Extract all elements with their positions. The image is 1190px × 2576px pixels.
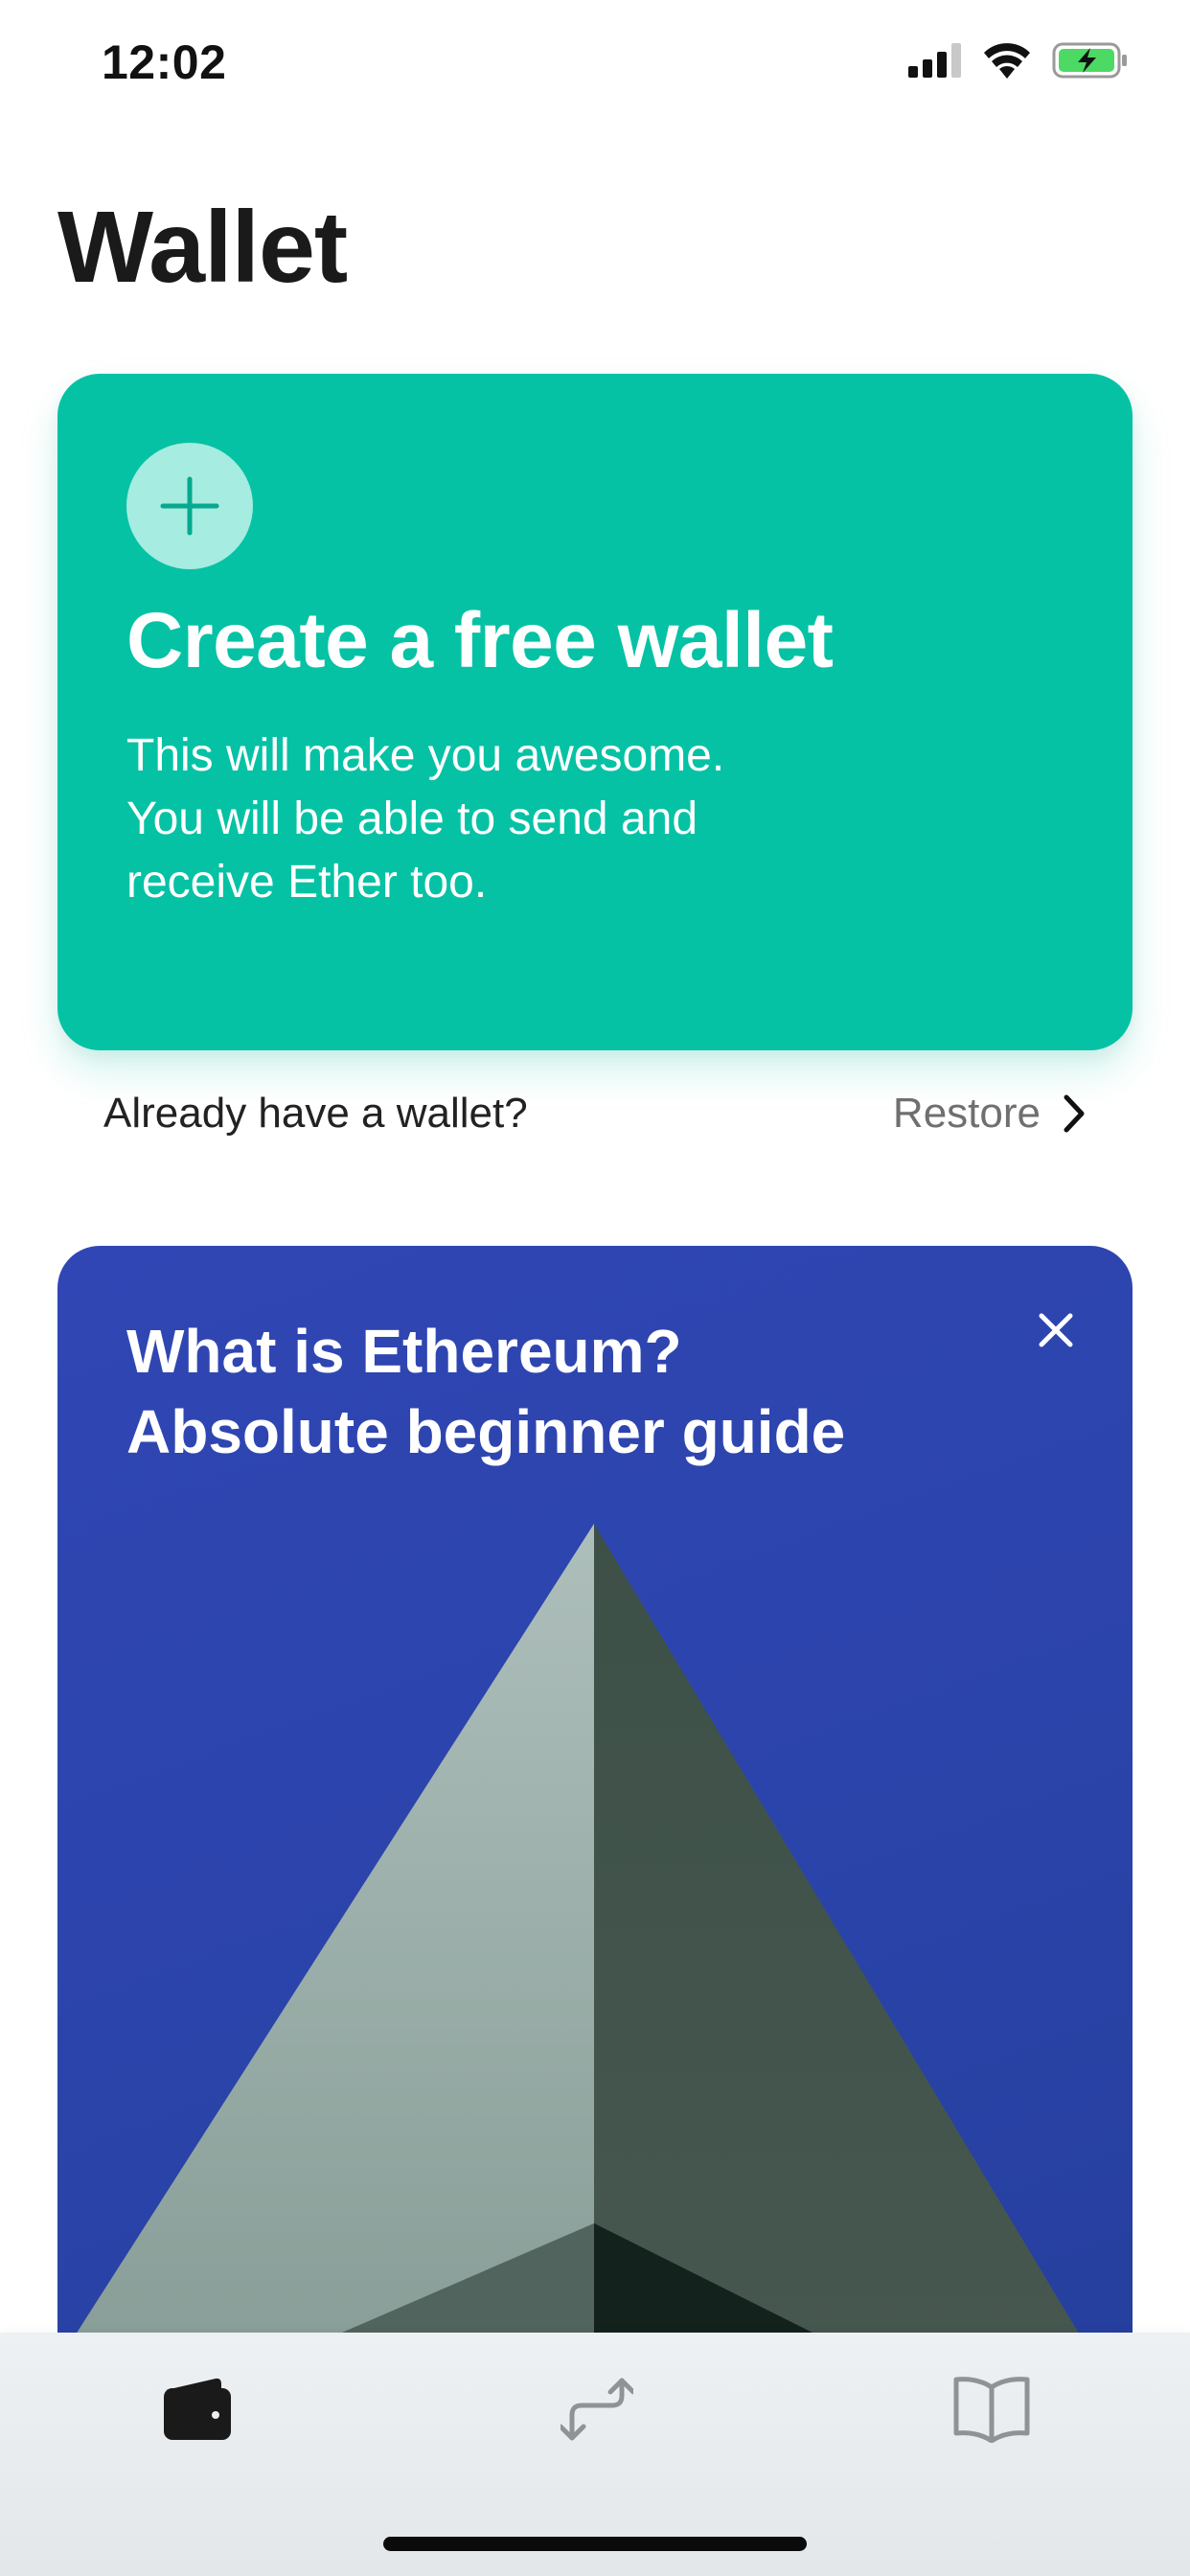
guide-title-line: Absolute beginner guide xyxy=(126,1397,846,1466)
description-line: This will make you awesome. xyxy=(126,730,725,781)
tab-transfer[interactable] xyxy=(539,2361,654,2457)
description-line: receive Ether too. xyxy=(126,857,488,908)
restore-button[interactable]: Restore xyxy=(893,1090,1087,1138)
restore-question: Already have a wallet? xyxy=(103,1090,528,1137)
chevron-right-icon xyxy=(1064,1094,1085,1133)
tab-learn[interactable] xyxy=(934,2361,1049,2457)
status-icons xyxy=(908,42,1129,79)
create-wallet-card[interactable]: Create a free wallet This will make you … xyxy=(57,374,1133,1050)
book-icon xyxy=(953,2377,1030,2443)
status-bar: 12:02 xyxy=(0,0,1190,126)
status-time: 12:02 xyxy=(102,35,227,89)
battery-charging-icon xyxy=(1052,42,1127,79)
wifi-icon xyxy=(984,43,1030,79)
create-wallet-description: This will make you awesome. You will be … xyxy=(126,724,855,914)
guide-title-line: What is Ethereum? xyxy=(126,1317,682,1386)
restore-row: Already have a wallet? Restore xyxy=(103,1083,1087,1144)
tab-wallet[interactable] xyxy=(140,2361,255,2457)
cellular-signal-icon xyxy=(908,43,961,78)
close-icon xyxy=(1039,1313,1073,1347)
plus-icon xyxy=(160,476,219,536)
home-indicator[interactable] xyxy=(383,2537,807,2551)
plus-badge xyxy=(126,443,253,569)
close-guide-button[interactable] xyxy=(1021,1296,1090,1365)
description-line: You will be able to send and xyxy=(126,794,698,844)
wallet-icon xyxy=(164,2378,231,2440)
transfer-arrows-icon xyxy=(561,2378,633,2441)
wallet-screen: 12:02 Wallet Create a free wallet This w… xyxy=(0,0,1190,2576)
guide-title: What is Ethereum? Absolute beginner guid… xyxy=(126,1311,845,1472)
page-title: Wallet xyxy=(57,191,348,304)
restore-label: Restore xyxy=(892,1090,1041,1137)
create-wallet-title: Create a free wallet xyxy=(126,597,834,684)
